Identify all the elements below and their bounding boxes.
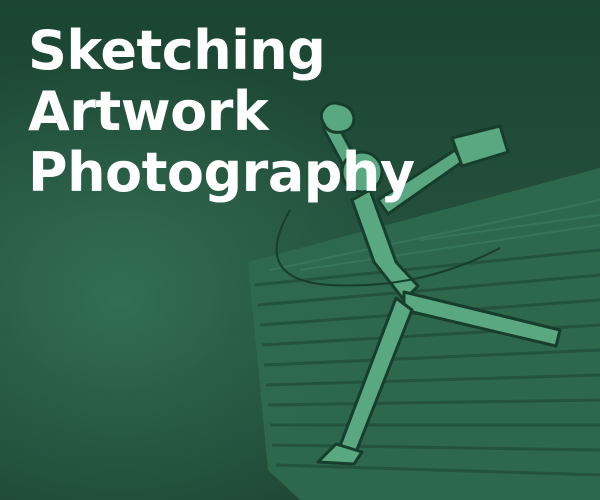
promo-banner: Sketching Artwork Photography — [0, 0, 600, 500]
title-line-photography: Photography — [28, 141, 415, 204]
banner-title: Sketching Artwork Photography — [28, 20, 415, 203]
title-line-sketching: Sketching — [28, 19, 326, 82]
title-line-artwork: Artwork — [28, 80, 269, 143]
